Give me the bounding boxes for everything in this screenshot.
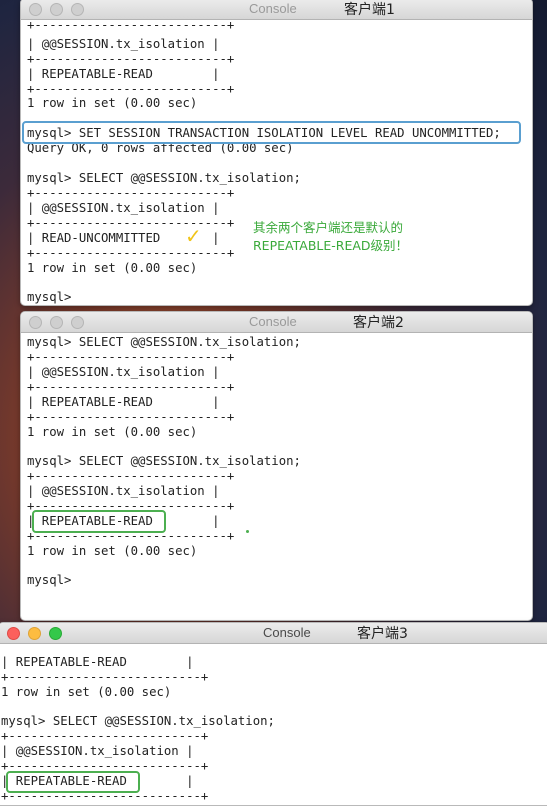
terminal-line: | @@SESSION.tx_isolation |: [27, 201, 220, 215]
console-window-client-1[interactable]: Console 客户端1 +--------------------------…: [20, 0, 533, 306]
zoom-button[interactable]: [49, 627, 62, 640]
terminal-line: 1 row in set (0.00 sec): [27, 261, 198, 275]
window-title: Console: [249, 1, 297, 16]
terminal-line: +--------------------------+: [27, 469, 235, 483]
terminal-output[interactable]: +--------------------------+ | @@SESSION…: [21, 18, 532, 305]
terminal-line: +--------------------------+: [27, 216, 235, 230]
terminal-line: +--------------------------+: [27, 380, 235, 394]
terminal-line: mysql> SELECT @@SESSION.tx_isolation;: [1, 714, 275, 728]
terminal-line: +--------------------------+: [27, 246, 235, 260]
minimize-button[interactable]: [28, 627, 41, 640]
terminal-output[interactable]: mysql> SELECT @@SESSION.tx_isolation; +-…: [21, 333, 532, 620]
terminal-line: +--------------------------+: [1, 729, 209, 743]
terminal-line: | REPEATABLE-READ |: [27, 395, 220, 409]
terminal-prompt[interactable]: mysql>: [27, 572, 71, 588]
annotation-line-1: 其余两个客户端还是默认的: [253, 220, 404, 235]
client-caption: 客户端2: [353, 315, 404, 331]
client-caption: 客户端1: [344, 2, 395, 18]
terminal-line: mysql> SET SESSION TRANSACTION ISOLATION…: [27, 126, 501, 140]
zoom-button[interactable]: [71, 3, 84, 16]
terminal-line: +--------------------------+: [27, 499, 235, 513]
terminal-line: +--------------------------+: [27, 52, 235, 66]
terminal-line: | REPEATABLE-READ |: [27, 67, 220, 81]
stray-dot: [246, 530, 249, 533]
window-title: Console: [249, 314, 297, 329]
terminal-line: | @@SESSION.tx_isolation |: [27, 37, 220, 51]
annotation-note: 其余两个客户端还是默认的 REPEATABLE-READ级别！: [253, 219, 408, 255]
terminal-prompt[interactable]: mysql>: [27, 289, 71, 305]
client-caption: 客户端3: [357, 626, 408, 642]
annotation-line-2: REPEATABLE-READ级别！: [253, 238, 409, 253]
terminal-line: mysql> SELECT @@SESSION.tx_isolation;: [27, 454, 301, 468]
terminal-line: | @@SESSION.tx_isolation |: [1, 744, 194, 758]
window-title: Console: [263, 625, 311, 640]
terminal-line: 1 row in set (0.00 sec): [1, 685, 172, 699]
terminal-line: | REPEATABLE-READ |: [27, 514, 220, 528]
console-window-client-3[interactable]: Console 客户端3 | REPEATABLE-READ | +------…: [0, 622, 547, 806]
window-titlebar[interactable]: Console 客户端2: [21, 312, 532, 333]
close-button[interactable]: [7, 627, 20, 640]
terminal-line: +--------------------------+: [27, 410, 235, 424]
window-titlebar[interactable]: Console 客户端3: [0, 623, 547, 644]
terminal-line: | @@SESSION.tx_isolation |: [27, 484, 220, 498]
checkmark-icon: ✓: [185, 224, 202, 248]
minimize-button[interactable]: [50, 316, 63, 329]
minimize-button[interactable]: [50, 3, 63, 16]
terminal-line: 1 row in set (0.00 sec): [27, 425, 198, 439]
terminal-line: +--------------------------+: [1, 759, 209, 773]
terminal-line: mysql> SELECT @@SESSION.tx_isolation;: [27, 171, 301, 185]
close-button[interactable]: [29, 316, 42, 329]
terminal-line: | REPEATABLE-READ |: [1, 774, 194, 788]
close-button[interactable]: [29, 3, 42, 16]
terminal-line: +--------------------------+: [27, 18, 235, 32]
terminal-line: | @@SESSION.tx_isolation |: [27, 365, 220, 379]
terminal-line: +--------------------------+: [27, 186, 235, 200]
terminal-line: 1 row in set (0.00 sec): [27, 544, 198, 558]
terminal-line: mysql> SELECT @@SESSION.tx_isolation;: [27, 335, 301, 349]
window-controls: [7, 627, 62, 640]
terminal-line: 1 row in set (0.00 sec): [27, 96, 198, 110]
terminal-line: +--------------------------+: [27, 350, 235, 364]
terminal-line: +--------------------------+: [1, 670, 209, 684]
terminal-line: | REPEATABLE-READ |: [1, 655, 194, 669]
terminal-line: +--------------------------+: [1, 789, 209, 803]
window-controls: [29, 316, 84, 329]
terminal-line: +--------------------------+: [27, 529, 235, 543]
console-window-client-2[interactable]: Console 客户端2 mysql> SELECT @@SESSION.tx_…: [20, 311, 533, 621]
terminal-output[interactable]: | REPEATABLE-READ | +-------------------…: [0, 644, 547, 805]
terminal-line: Query OK, 0 rows affected (0.00 sec): [27, 141, 294, 155]
window-controls: [29, 3, 84, 16]
zoom-button[interactable]: [71, 316, 84, 329]
